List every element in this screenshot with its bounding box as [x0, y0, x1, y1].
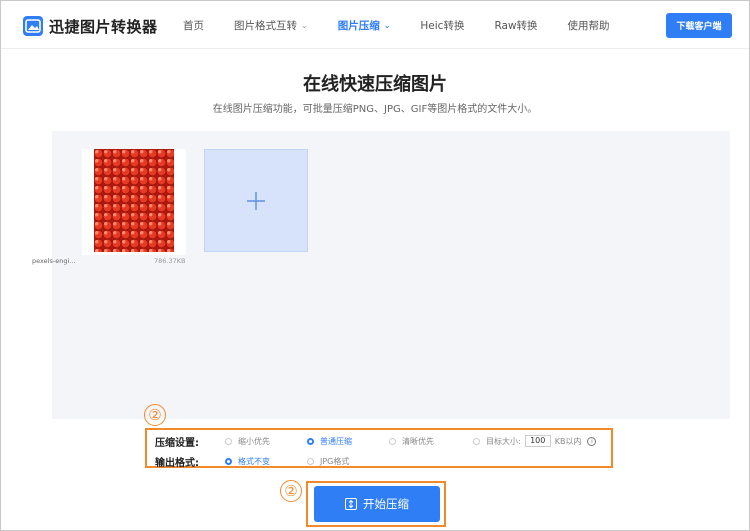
chevron-down-icon: ⌄ — [301, 21, 308, 30]
plus-icon — [247, 191, 265, 210]
output-format-row: 输出格式: 格式不变 JPG格式 — [155, 454, 349, 469]
nav-item-raw[interactable]: Raw转换 — [494, 18, 537, 33]
nav-item-label: 首页 — [183, 20, 204, 32]
radio-icon — [389, 437, 396, 445]
app-logo[interactable]: 迅捷图片转换器 — [23, 15, 158, 37]
download-client-button[interactable]: 下载客户端 — [666, 13, 732, 38]
radio-icon — [225, 437, 232, 445]
target-unit-label: KB以内 — [554, 436, 582, 446]
option-label: 清晰优先 — [402, 436, 434, 446]
info-icon[interactable]: i — [587, 436, 597, 446]
output-format-label: 输出格式: — [155, 457, 199, 469]
app-title: 迅捷图片转换器 — [49, 17, 158, 36]
nav-item-label: Raw转换 — [494, 20, 538, 32]
radio-icon — [473, 437, 480, 445]
step-marker: ② — [280, 480, 302, 502]
compress-icon — [345, 498, 357, 510]
nav-item-heic[interactable]: Heic转换 — [420, 18, 464, 33]
option-label: JPG格式 — [320, 456, 350, 466]
main-nav: 首页 图片格式互转 ⌄ 图片压缩 ⌄ Heic转换 Raw转换 使用帮助 — [183, 18, 640, 33]
target-size-input[interactable]: 100 — [524, 435, 551, 447]
step-marker: ② — [144, 404, 166, 426]
image-icon — [23, 16, 43, 36]
radio-icon — [307, 457, 314, 465]
page-subtitle: 在线图片压缩功能，可批量压缩PNG、JPG、GIF等图片格式的文件大小。 — [212, 104, 538, 115]
compress-option-clear[interactable]: 清晰优先 — [389, 436, 434, 447]
format-option-keep[interactable]: 格式不变 — [225, 456, 270, 467]
compress-settings-label: 压缩设置: — [155, 437, 199, 449]
start-compress-button[interactable]: 开始压缩 — [314, 486, 440, 522]
nav-item-home[interactable]: 首页 — [183, 18, 204, 33]
nav-item-label: 图片格式互转 — [234, 20, 297, 32]
nav-item-help[interactable]: 使用帮助 — [568, 18, 610, 33]
file-thumbnail-image — [94, 149, 174, 252]
add-file-button[interactable] — [204, 149, 308, 252]
file-thumbnail-card[interactable] — [82, 149, 186, 255]
settings-panel: 压缩设置: 缩小优先 普通压缩 清晰优先 目标大小: 100 KB以内 i 输出… — [145, 428, 613, 469]
option-label: 缩小优先 — [238, 436, 270, 446]
radio-checked-icon — [307, 437, 314, 445]
chevron-down-icon: ⌄ — [383, 21, 391, 30]
compress-option-normal[interactable]: 普通压缩 — [307, 436, 352, 447]
start-compress-label: 开始压缩 — [363, 497, 409, 511]
option-label: 格式不变 — [238, 456, 270, 466]
option-label: 目标大小: — [486, 436, 521, 446]
compress-option-small[interactable]: 缩小优先 — [225, 436, 270, 447]
compress-option-target[interactable]: 目标大小: 100 KB以内 i — [473, 435, 597, 447]
top-header: 迅捷图片转换器 首页 图片格式互转 ⌄ 图片压缩 ⌄ Heic转换 Raw转换 … — [1, 1, 749, 49]
nav-item-label: 图片压缩 — [337, 20, 380, 32]
radio-checked-icon — [225, 457, 232, 465]
page-title: 在线快速压缩图片 — [303, 74, 447, 95]
option-label: 普通压缩 — [320, 436, 352, 446]
file-size: 786.37KB — [154, 257, 186, 265]
nav-item-compress[interactable]: 图片压缩 ⌄ — [338, 18, 391, 33]
upload-area[interactable] — [52, 131, 730, 419]
format-option-jpg[interactable]: JPG格式 — [307, 456, 349, 467]
nav-item-label: 使用帮助 — [567, 20, 610, 32]
nav-item-format-convert[interactable]: 图片格式互转 ⌄ — [234, 18, 308, 33]
nav-item-label: Heic转换 — [420, 20, 465, 32]
compress-settings-row: 压缩设置: 缩小优先 普通压缩 清晰优先 目标大小: 100 KB以内 i — [155, 434, 597, 449]
file-name: pexels-engi... — [32, 257, 76, 265]
